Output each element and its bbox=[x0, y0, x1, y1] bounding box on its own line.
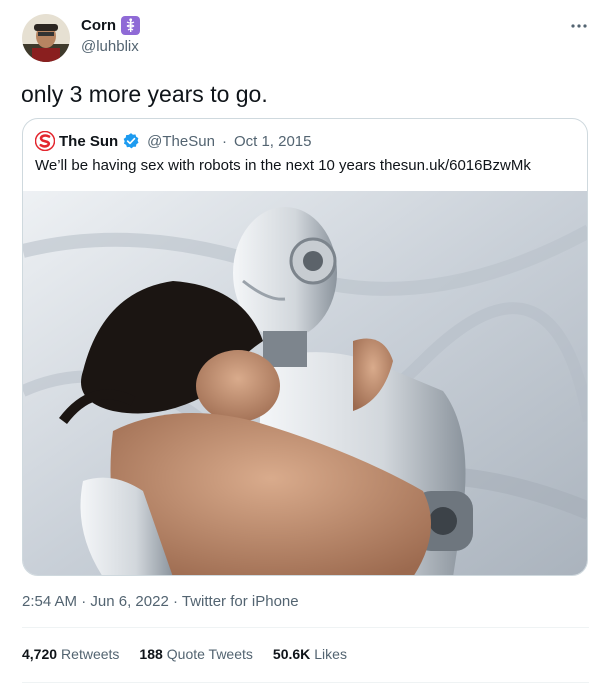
tweet-time[interactable]: 2:54 AM bbox=[22, 593, 77, 610]
tweet-timestamp: 2:54 AM · Jun 6, 2022 · Twitter for iPho… bbox=[22, 593, 299, 610]
quote-date[interactable]: Oct 1, 2015 bbox=[234, 133, 312, 150]
tweet-date[interactable]: Jun 6, 2022 bbox=[90, 593, 168, 610]
engagement-stats: 4,720 Retweets 188 Quote Tweets 50.6K Li… bbox=[22, 646, 347, 662]
caduceus-icon bbox=[121, 16, 140, 35]
quote-tweets-label: Quote Tweets bbox=[166, 646, 253, 662]
retweets-count: 4,720 bbox=[22, 646, 58, 662]
quote-header: The Sun @TheSun · Oct 1, 2015 bbox=[35, 131, 312, 151]
likes-count: 50.6K bbox=[272, 646, 311, 662]
quote-handle[interactable]: @TheSun bbox=[147, 133, 215, 150]
tweet-client[interactable]: Twitter for iPhone bbox=[182, 593, 299, 610]
author-block: Corn @luhblix bbox=[81, 16, 140, 55]
quote-media-image[interactable] bbox=[23, 191, 587, 575]
quoted-tweet-card[interactable]: The Sun @TheSun · Oct 1, 2015 We’ll be h… bbox=[22, 118, 588, 576]
retweets-stat[interactable]: 4,720 Retweets bbox=[22, 646, 119, 662]
timestamp-separator: · bbox=[81, 593, 87, 610]
robot-embrace-photo bbox=[23, 191, 587, 575]
divider bbox=[22, 682, 589, 683]
quote-display-name[interactable]: The Sun bbox=[59, 133, 118, 150]
timestamp-separator: · bbox=[172, 593, 178, 610]
tweet: Corn @luhblix only 3 more years to go. T… bbox=[0, 0, 611, 688]
quote-tweets-stat[interactable]: 188 Quote Tweets bbox=[139, 646, 253, 662]
retweets-label: Retweets bbox=[61, 646, 120, 662]
quote-separator: · bbox=[221, 132, 227, 150]
author-handle[interactable]: @luhblix bbox=[81, 38, 140, 55]
author-display-name[interactable]: Corn bbox=[81, 17, 116, 34]
likes-label: Likes bbox=[314, 646, 347, 662]
tweet-text: only 3 more years to go. bbox=[21, 81, 268, 107]
likes-stat[interactable]: 50.6K Likes bbox=[273, 646, 347, 662]
more-options-icon[interactable] bbox=[567, 14, 591, 38]
avatar-image bbox=[22, 14, 70, 62]
verified-badge-icon bbox=[123, 133, 139, 149]
the-sun-logo-icon bbox=[35, 131, 55, 151]
divider bbox=[22, 627, 589, 628]
quote-tweets-count: 188 bbox=[139, 646, 163, 662]
author-name-row: Corn bbox=[81, 16, 140, 35]
avatar[interactable] bbox=[22, 14, 70, 62]
quote-text: We’ll be having sex with robots in the n… bbox=[35, 157, 531, 174]
